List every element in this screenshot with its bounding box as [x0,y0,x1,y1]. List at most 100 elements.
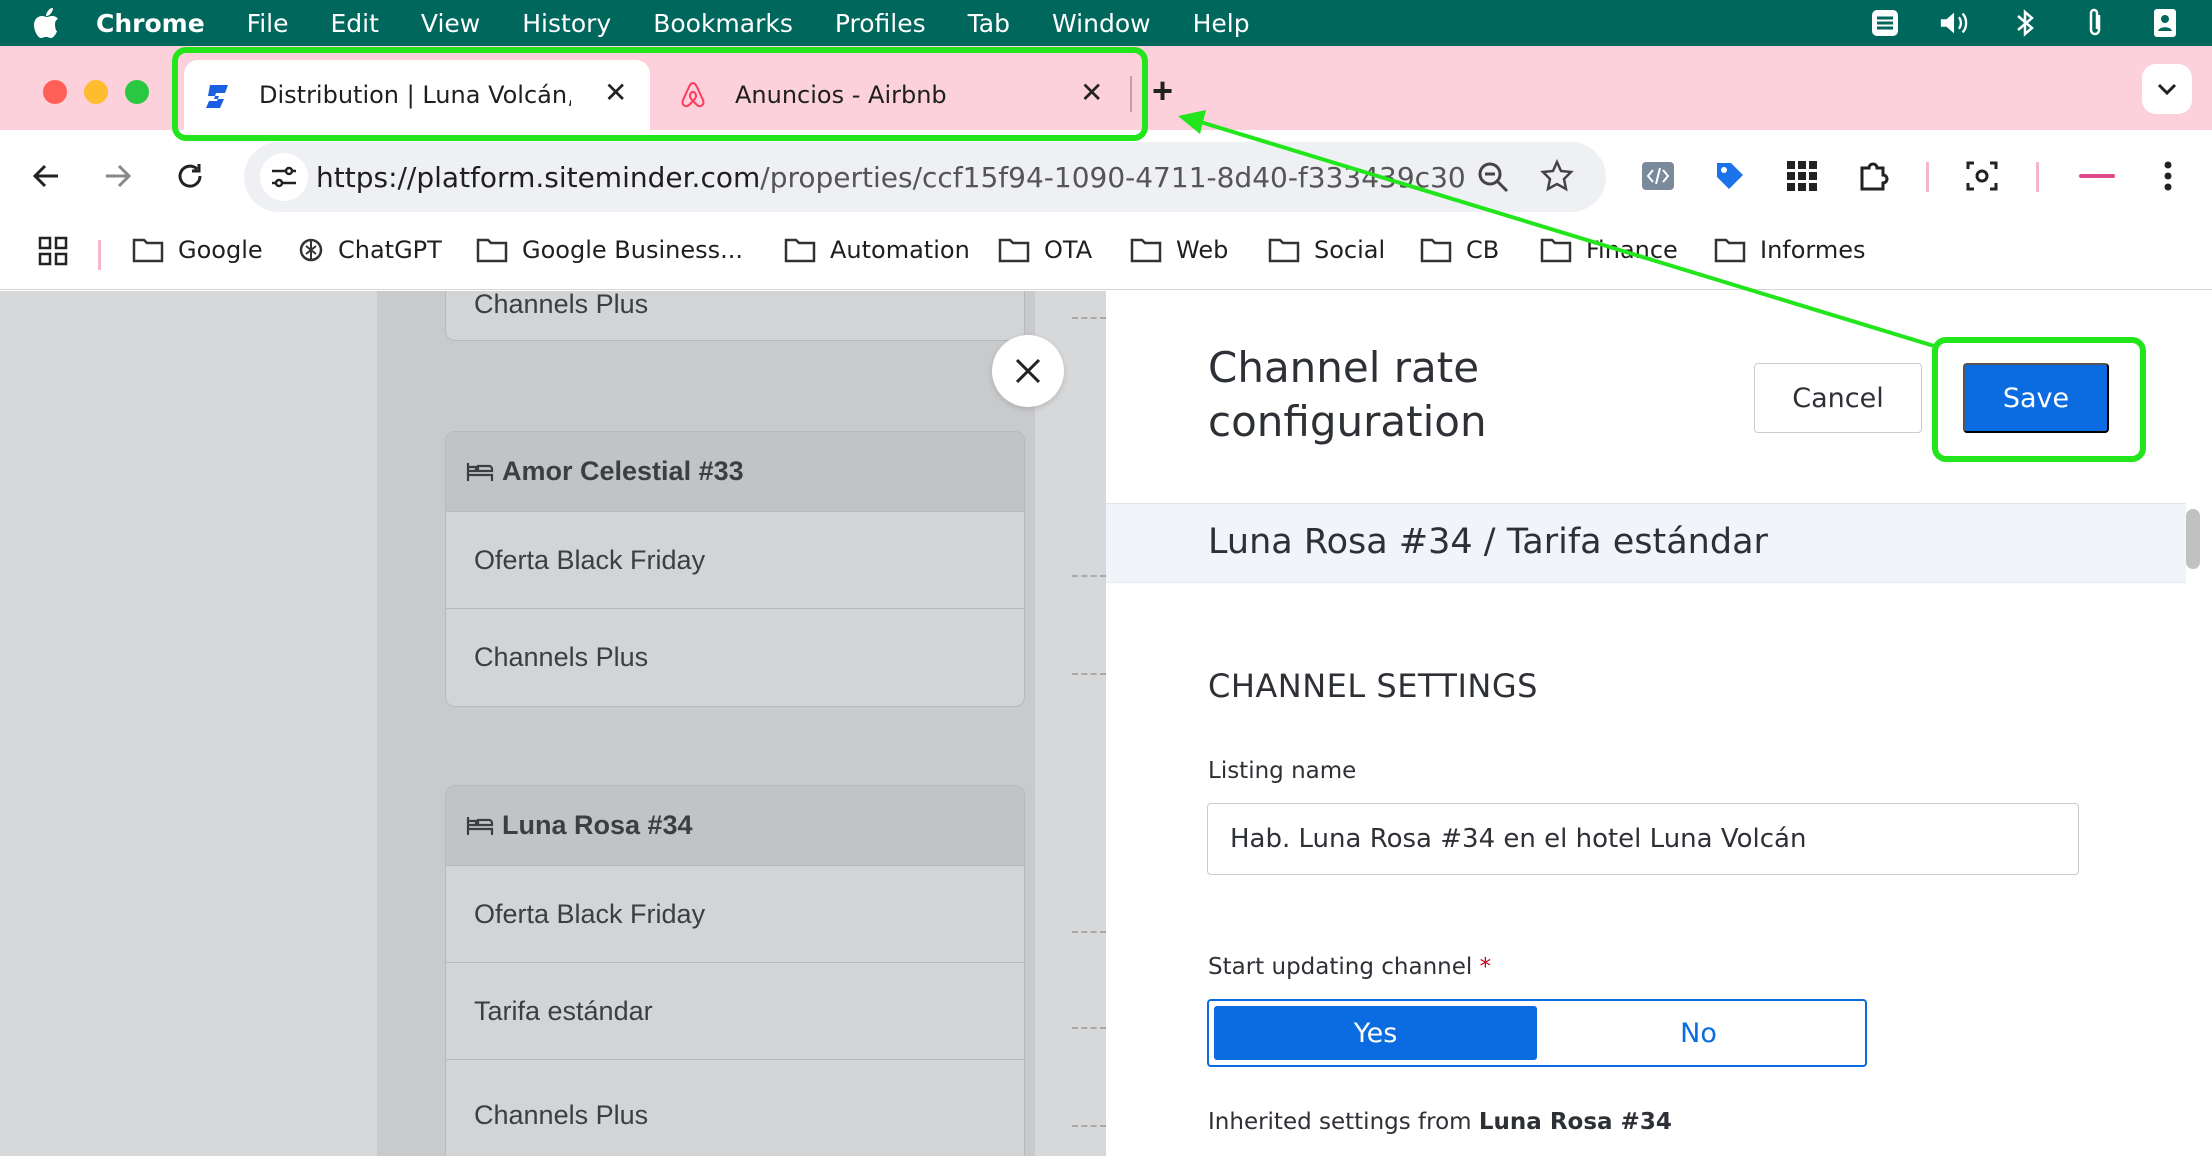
back-button[interactable] [22,152,70,200]
rate-plan-row[interactable]: Oferta Black Friday [446,866,1024,963]
arrow-left-icon [32,164,58,188]
rate-plan-card: Channels Plus [445,291,1025,341]
menu-history[interactable]: History [522,9,611,38]
tab-title: Distribution | Luna Volcán, Adults Only [259,81,571,109]
bluetooth-icon[interactable] [2008,8,2042,38]
close-drawer-button[interactable] [992,335,1064,407]
room-card-header: Luna Rosa #34 [446,786,1024,866]
zoom-icon[interactable] [1476,160,1510,199]
menu-view[interactable]: View [421,9,480,38]
code-extension-icon[interactable] [1638,156,1678,196]
window-zoom-button[interactable] [125,80,149,104]
bookmark-folder-google-business[interactable]: Google Business... [476,236,743,264]
bookmark-label: Automation [830,236,970,264]
toggle-yes-option[interactable]: Yes [1214,1006,1537,1060]
listing-name-input[interactable] [1207,803,2079,875]
bookmark-folder-google[interactable]: Google [132,236,263,264]
reload-icon [178,164,202,188]
profile-avatar[interactable] [2076,156,2118,196]
drawer-scrollbar-thumb[interactable] [2186,509,2200,569]
bookmark-label: Informes [1760,236,1866,264]
close-tab-icon[interactable]: ✕ [604,76,627,109]
save-button[interactable]: Save [1963,363,2109,433]
bookmark-folder-informes[interactable]: Informes [1714,236,1866,264]
rate-plan-row[interactable]: Channels Plus [446,291,1024,340]
menu-window[interactable]: Window [1052,9,1151,38]
grid-extension-icon[interactable] [1782,156,1822,196]
arrow-right-icon [106,164,132,188]
rate-plan-row[interactable]: Tarifa estándar [446,963,1024,1060]
close-tab-icon[interactable]: ✕ [1080,76,1103,109]
menu-profiles[interactable]: Profiles [835,9,926,38]
stacked-layers-icon[interactable] [1868,8,1902,38]
toggle-no-option[interactable]: No [1537,1006,1860,1060]
room-card-amor-celestial: Amor Celestial #33 Oferta Black Friday C… [445,431,1025,707]
window-minimize-button[interactable] [84,80,108,104]
tune-icon [272,166,296,188]
close-icon [1015,358,1041,384]
connector-line [1072,673,1106,675]
start-updating-toggle: Yes No [1207,999,1867,1067]
bookmark-folder-finance[interactable]: Finance [1540,236,1678,264]
rate-plan-row[interactable]: Channels Plus [446,1060,1024,1156]
volume-icon[interactable] [1938,8,1972,38]
drawer-scrollbar[interactable] [2186,503,2212,1156]
bed-icon [466,462,494,481]
reload-button[interactable] [166,152,214,200]
connector-line [1072,1125,1106,1127]
paperclip-icon[interactable] [2078,8,2112,38]
menu-chrome[interactable]: Chrome [96,9,205,38]
menu-bookmarks[interactable]: Bookmarks [653,9,793,38]
bookmark-label: Web [1176,236,1229,264]
address-bar[interactable]: https://platform.siteminder.com/properti… [244,142,1606,212]
url-path: /properties/ccf15f94-1090-4711-8d40-f333… [760,161,1466,194]
forward-button[interactable] [94,152,142,200]
bookmark-folder-automation[interactable]: Automation [784,236,970,264]
siteminder-icon [204,82,232,116]
room-name: Luna Rosa #34 [502,810,693,840]
drawer-subheading: Luna Rosa #34 / Tarifa estándar [1106,503,2186,583]
inherited-settings-note: Inherited settings from Luna Rosa #34 [1208,1109,1672,1135]
apple-icon[interactable] [32,7,62,39]
url-text: https://platform.siteminder.com/properti… [316,161,1466,194]
folder-icon [1420,238,1452,263]
menu-tab[interactable]: Tab [968,9,1010,38]
tab-search-button[interactable] [2142,64,2192,114]
bookmark-divider [98,240,101,270]
bookmark-label: Finance [1586,236,1678,264]
bookmarks-bar: Google ChatGPT Google Business... Automa… [0,222,2212,290]
bookmark-star-icon[interactable] [1540,158,1574,198]
inherited-source: Luna Rosa #34 [1478,1109,1672,1135]
apps-grid-icon[interactable] [38,236,68,266]
more-menu-icon[interactable] [2148,156,2188,196]
new-tab-button[interactable]: + [1152,70,1173,112]
bookmark-folder-ota[interactable]: OTA [998,236,1092,264]
bed-icon [466,816,494,835]
tab-distribution[interactable]: Distribution | Luna Volcán, Adults Only … [184,60,650,130]
bookmark-label: OTA [1044,236,1093,264]
bookmark-label: Social [1314,236,1386,264]
menu-file[interactable]: File [247,9,289,38]
chrome-tabstrip: Distribution | Luna Volcán, Adults Only … [0,46,2212,130]
status-tray [1868,0,2182,46]
window-close-button[interactable] [43,80,67,104]
user-badge-icon[interactable] [2148,8,2182,38]
rate-plan-row[interactable]: Oferta Black Friday [446,512,1024,609]
extensions-puzzle-icon[interactable] [1854,156,1894,196]
menu-edit[interactable]: Edit [331,9,379,38]
bookmark-chatgpt[interactable]: ChatGPT [298,236,442,264]
menu-help[interactable]: Help [1193,9,1250,38]
folder-icon [132,238,164,263]
bookmark-folder-social[interactable]: Social [1268,236,1385,264]
tag-extension-icon[interactable] [1710,156,1750,196]
bookmark-folder-cb[interactable]: CB [1420,236,1499,264]
screenshot-icon[interactable] [1962,156,2002,196]
cancel-button[interactable]: Cancel [1754,363,1922,433]
site-info-button[interactable] [260,153,308,201]
tab-airbnb[interactable]: Anuncios - Airbnb ✕ [660,60,1140,130]
bookmark-folder-web[interactable]: Web [1130,236,1228,264]
folder-icon [1714,238,1746,263]
page-content: Channels Plus Amor Celestial #33 Oferta … [0,291,2212,1156]
bookmark-label: Google Business... [522,236,743,264]
rate-plan-row[interactable]: Channels Plus [446,609,1024,706]
